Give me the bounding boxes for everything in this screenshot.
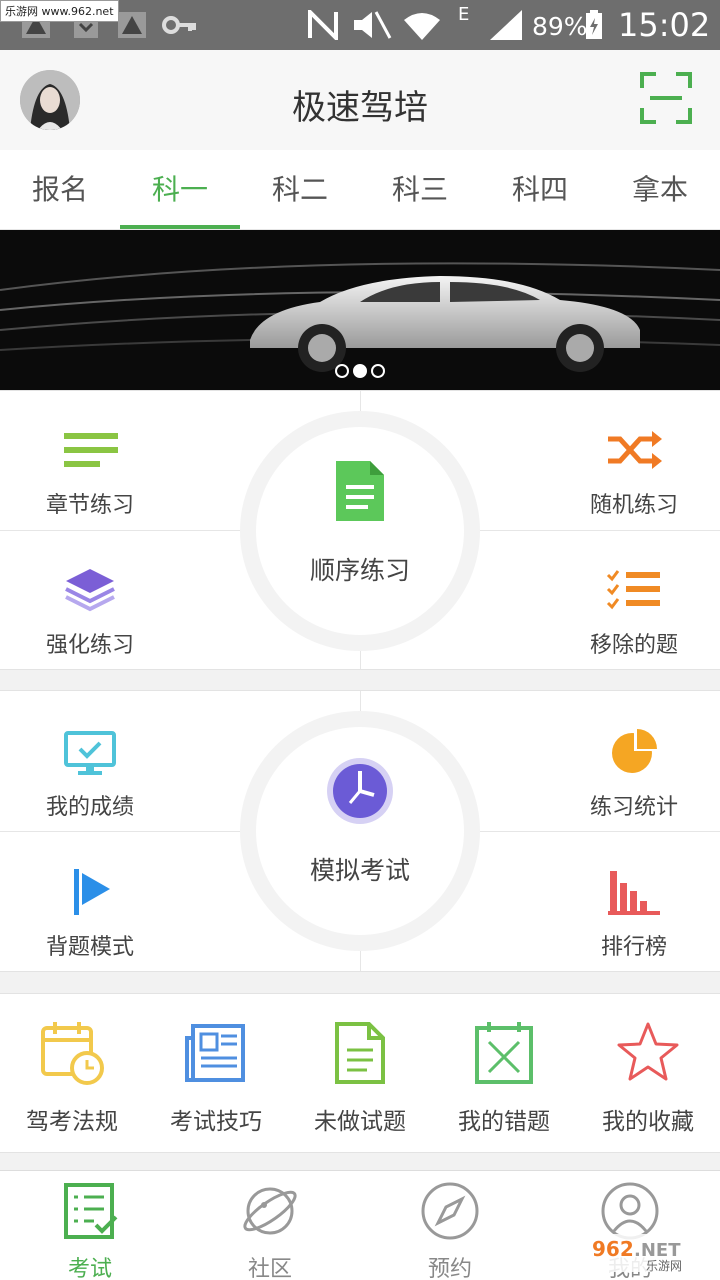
intensive-practice-label: 强化练习 — [45, 633, 134, 658]
undone-questions-button[interactable]: 未做试题 — [288, 994, 432, 1152]
exam-tips-label: 考试技巧 — [170, 1109, 262, 1135]
battery-icon — [586, 10, 602, 39]
exam-tips-button[interactable]: 考试技巧 — [144, 994, 288, 1152]
banner-carousel[interactable] — [0, 230, 720, 390]
pie-chart-icon — [612, 729, 657, 773]
tab-subject-1[interactable]: 科一 — [120, 150, 240, 229]
watermark-logo: 962 .NET 乐游网 — [586, 1234, 716, 1273]
favorites-button[interactable]: 我的收藏 — [576, 994, 720, 1152]
notification-icon — [118, 12, 146, 38]
ranking-button[interactable]: 排行榜 — [544, 843, 720, 963]
practice-stats-label: 练习统计 — [589, 795, 678, 820]
nav-exam-label: 考试 — [67, 1257, 112, 1280]
removed-questions-button[interactable]: 移除的题 — [544, 541, 720, 661]
layers-icon — [65, 569, 115, 612]
nav-exam[interactable]: 考试 — [0, 1171, 180, 1280]
list-lines-icon — [64, 433, 118, 467]
app-header: 极速驾培 — [0, 50, 720, 150]
page-title: 极速驾培 — [292, 88, 428, 128]
regulations-label: 驾考法规 — [26, 1109, 118, 1135]
monitor-check-icon — [64, 731, 116, 775]
my-scores-button[interactable]: 我的成绩 — [0, 703, 180, 823]
svg-text:962: 962 — [592, 1237, 634, 1261]
tab-signup[interactable]: 报名 — [0, 150, 120, 229]
sequential-practice-button[interactable]: 顺序练习 — [240, 411, 480, 651]
exam-panel: 我的成绩 练习统计 背题模式 排行榜 模拟考试 — [0, 690, 720, 972]
signal-icon — [490, 10, 522, 40]
removed-questions-label: 移除的题 — [589, 633, 678, 658]
random-practice-button[interactable]: 随机练习 — [544, 401, 720, 521]
document-icon — [336, 461, 384, 521]
my-scores-label: 我的成绩 — [45, 795, 134, 820]
chapter-practice-button[interactable]: 章节练习 — [0, 401, 180, 521]
carousel-dot[interactable] — [371, 364, 385, 378]
compass-icon — [421, 1182, 479, 1240]
ranking-label: 排行榜 — [600, 935, 667, 960]
tab-subject-2[interactable]: 科二 — [240, 150, 360, 229]
document-icon — [335, 1022, 385, 1084]
random-practice-label: 随机练习 — [589, 493, 678, 518]
mock-exam-button[interactable]: 模拟考试 — [240, 711, 480, 951]
svg-text:乐游网: 乐游网 — [646, 1259, 682, 1273]
nav-booking[interactable]: 预约 — [360, 1171, 540, 1280]
shuffle-icon — [608, 431, 662, 469]
key-icon — [162, 16, 196, 34]
chapter-practice-label: 章节练习 — [45, 493, 134, 518]
intensive-practice-button[interactable]: 强化练习 — [0, 541, 180, 661]
carousel-dot[interactable] — [335, 364, 349, 378]
bottom-nav: 考试 社区 预约 我的 962 .NET 乐游网 — [0, 1170, 720, 1280]
subject-tabs: 报名 科一 科二 科三 科四 拿本 — [0, 150, 720, 230]
clock: 15:02 — [618, 6, 711, 44]
tab-license[interactable]: 拿本 — [600, 150, 720, 229]
nav-community-label: 社区 — [247, 1257, 292, 1280]
carousel-dot-active[interactable] — [353, 364, 367, 378]
watermark-top: 乐游网 www.962.net — [0, 0, 119, 22]
play-flag-icon — [74, 869, 110, 915]
practice-stats-button[interactable]: 练习统计 — [544, 703, 720, 823]
checklist-icon — [606, 570, 660, 610]
undone-questions-label: 未做试题 — [314, 1109, 406, 1135]
mock-exam-label: 模拟考试 — [309, 856, 410, 885]
network-type: E — [458, 4, 470, 25]
nav-booking-label: 预约 — [427, 1257, 472, 1280]
calendar-clock-icon — [41, 1022, 104, 1085]
sequential-practice-label: 顺序练习 — [309, 556, 410, 585]
tab-subject-4[interactable]: 科四 — [480, 150, 600, 229]
wrong-box-icon — [475, 1022, 533, 1084]
mute-icon — [354, 11, 392, 39]
practice-panel: 章节练习 随机练习 强化练习 移除的题 顺序练习 — [0, 390, 720, 670]
memorize-mode-label: 背题模式 — [45, 935, 134, 960]
star-icon — [617, 1022, 679, 1081]
memorize-mode-button[interactable]: 背题模式 — [0, 843, 180, 963]
favorites-label: 我的收藏 — [602, 1109, 694, 1135]
newspaper-icon — [185, 1024, 245, 1082]
wifi-icon — [404, 13, 440, 40]
clock-icon — [327, 758, 393, 824]
carousel-indicator — [0, 363, 720, 382]
tools-row: 驾考法规 考试技巧 未做试题 我的错题 我的收藏 — [0, 993, 720, 1153]
scan-icon[interactable] — [640, 72, 692, 124]
wrong-questions-button[interactable]: 我的错题 — [432, 994, 576, 1152]
battery-percent: 89% — [532, 12, 588, 41]
status-bar: E 89% 15:02 乐游网 www.962.net — [0, 0, 720, 50]
wrong-questions-label: 我的错题 — [458, 1109, 550, 1135]
nfc-icon — [308, 10, 338, 40]
svg-text:.NET: .NET — [634, 1240, 681, 1261]
bar-chart-icon — [608, 871, 660, 915]
exam-list-icon — [64, 1183, 118, 1239]
regulations-button[interactable]: 驾考法规 — [0, 994, 144, 1152]
tab-subject-3[interactable]: 科三 — [360, 150, 480, 229]
planet-icon — [243, 1187, 297, 1235]
nav-community[interactable]: 社区 — [180, 1171, 360, 1280]
